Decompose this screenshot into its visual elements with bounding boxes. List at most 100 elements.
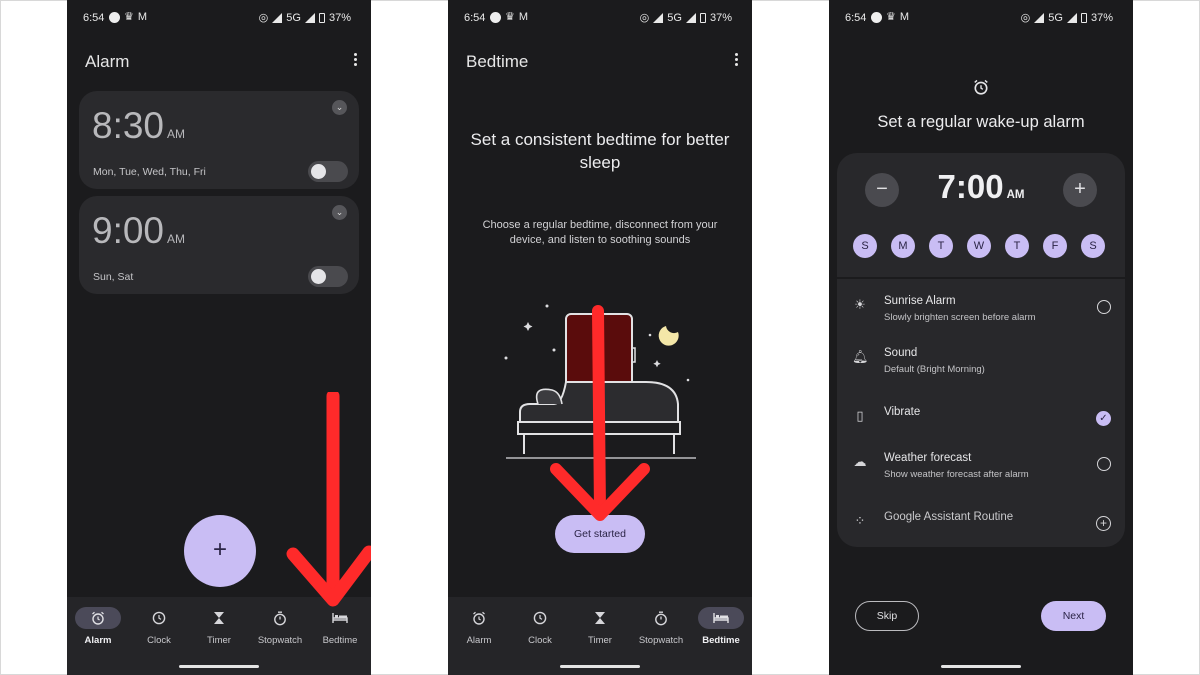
status-bar: 6:54 ♛ M ◎ 5G 37% <box>829 10 1133 28</box>
nav-item-timer[interactable]: Timer <box>570 607 630 646</box>
alarm-time: 9:00 AM <box>92 210 186 251</box>
nav-item-stopwatch[interactable]: Stopwatch <box>250 607 310 646</box>
alarm-meridiem: AM <box>167 127 186 141</box>
wakeup-time-panel: − 7:00 AM + S M T W T F S <box>837 153 1125 277</box>
option-title: Weather forecast <box>884 452 972 464</box>
nav-item-alarm[interactable]: Alarm <box>449 607 509 646</box>
option-google-assistant-routine[interactable]: ⁘ Google Assistant Routine + <box>837 503 1125 547</box>
weekday-selector: S M T W T F S <box>853 234 1105 258</box>
battery-level: 37% <box>709 12 732 24</box>
page-title: Bedtime <box>466 52 529 71</box>
vibrate-checkmark-icon[interactable]: ✓ <box>1096 411 1111 426</box>
increase-time-button[interactable]: + <box>1063 173 1097 207</box>
chevron-down-icon[interactable]: ⌄ <box>332 100 347 115</box>
nav-item-bedtime[interactable]: Bedtime <box>691 607 751 646</box>
battery-level: 37% <box>328 12 351 24</box>
chevron-down-icon[interactable]: ⌄ <box>332 205 347 220</box>
day-chip-tuesday[interactable]: T <box>929 234 953 258</box>
status-time: 6:54 <box>83 12 105 24</box>
nav-item-clock[interactable]: Clock <box>510 607 570 646</box>
nav-label: Bedtime <box>702 635 740 646</box>
alarm-days: Sun, Sat <box>93 271 134 283</box>
nav-item-clock[interactable]: Clock <box>129 607 189 646</box>
nav-label: Clock <box>147 635 171 646</box>
system-icons: ◎ 5G 37% <box>1021 12 1113 24</box>
option-vibrate[interactable]: ▯ Vibrate ✓ <box>837 398 1125 442</box>
option-weather-forecast[interactable]: ☁ Weather forecast Show weather forecast… <box>837 444 1125 488</box>
phone-bedtime-screen: 6:54 ♛ M ◎ 5G 37% Bedtime Set a consiste… <box>448 0 752 675</box>
signal-icon <box>685 13 696 23</box>
alarm-toggle[interactable] <box>308 266 348 287</box>
gmail-icon: M <box>137 11 148 23</box>
crown-icon: ♛ <box>124 11 134 23</box>
nav-item-bedtime[interactable]: Bedtime <box>310 607 370 646</box>
network-label: 5G <box>667 12 682 24</box>
google-assistant-icon: ⁘ <box>854 513 866 528</box>
alarm-clock-icon <box>974 79 988 95</box>
option-title: Google Assistant Routine <box>884 511 1014 523</box>
status-time: 6:54 <box>464 12 486 24</box>
stopwatch-icon <box>274 611 286 625</box>
hotspot-icon: ◎ <box>258 11 269 24</box>
skip-button[interactable]: Skip <box>855 601 919 631</box>
gmail-icon: M <box>518 11 529 23</box>
day-chip-sunday[interactable]: S <box>853 234 877 258</box>
sunrise-radio[interactable] <box>1097 300 1111 314</box>
nav-label: Stopwatch <box>638 635 684 646</box>
home-indicator[interactable] <box>560 665 640 668</box>
gmail-icon: M <box>899 11 910 23</box>
add-routine-icon[interactable]: + <box>1096 516 1111 531</box>
alarm-card[interactable]: 8:30 AM ⌄ Mon, Tue, Wed, Thu, Fri <box>79 91 359 189</box>
battery-icon <box>1080 13 1087 23</box>
day-chip-wednesday[interactable]: W <box>967 234 991 258</box>
network-label: 5G <box>1048 12 1063 24</box>
add-alarm-button[interactable]: + <box>184 515 256 587</box>
option-sunrise-alarm[interactable]: ☀ Sunrise Alarm Slowly brighten screen b… <box>837 287 1125 331</box>
signal-icon <box>1066 13 1077 23</box>
nav-item-timer[interactable]: Timer <box>189 607 249 646</box>
nav-item-alarm[interactable]: Alarm <box>68 607 128 646</box>
alarm-meridiem: AM <box>167 232 186 246</box>
nav-label: Stopwatch <box>257 635 303 646</box>
signal-icon <box>272 13 283 23</box>
nav-label: Timer <box>588 635 612 646</box>
nav-item-stopwatch[interactable]: Stopwatch <box>631 607 691 646</box>
next-button[interactable]: Next <box>1041 601 1106 631</box>
bottom-navigation: Alarm Clock Timer Stopwatch Bedtime <box>448 597 752 675</box>
get-started-button[interactable]: Get started <box>555 515 645 553</box>
weather-radio[interactable] <box>1097 457 1111 471</box>
bedtime-description: Choose a regular bedtime, disconnect fro… <box>482 219 718 246</box>
battery-level: 37% <box>1090 12 1113 24</box>
option-sound[interactable]: 🔔︎ Sound Default (Bright Morning) <box>837 339 1125 383</box>
more-options-icon[interactable] <box>353 53 357 67</box>
wakeup-options-panel: ☀ Sunrise Alarm Slowly brighten screen b… <box>837 279 1125 547</box>
vibrate-icon: ▯ <box>856 408 864 423</box>
notification-icons: ♛ M <box>109 12 147 23</box>
bell-icon: 🔔︎ <box>852 349 869 364</box>
network-label: 5G <box>286 12 301 24</box>
day-chip-monday[interactable]: M <box>891 234 915 258</box>
alarm-days: Mon, Tue, Wed, Thu, Fri <box>93 166 206 178</box>
status-bar: 6:54 ♛ M ◎ 5G 37% <box>67 10 371 28</box>
day-chip-friday[interactable]: F <box>1043 234 1067 258</box>
phone-wakeup-screen: 6:54 ♛ M ◎ 5G 37% Set a regular wake-up … <box>829 0 1133 675</box>
crown-icon: ♛ <box>886 11 896 23</box>
alarm-toggle[interactable] <box>308 161 348 182</box>
home-indicator[interactable] <box>179 665 259 668</box>
clock-icon <box>533 611 547 625</box>
day-chip-saturday[interactable]: S <box>1081 234 1105 258</box>
phone-alarm-screen: 6:54 ♛ M ◎ 5G 37% Alarm 8:30 AM ⌄ Mon, Tu… <box>67 0 371 675</box>
page-title: Alarm <box>85 52 130 71</box>
option-subtitle: Show weather forecast after alarm <box>884 469 1029 480</box>
day-chip-thursday[interactable]: T <box>1005 234 1029 258</box>
alarm-clock-icon <box>92 611 104 625</box>
signal-icon <box>1034 13 1045 23</box>
alarm-time: 8:30 AM <box>92 105 186 146</box>
more-options-icon[interactable] <box>734 53 738 67</box>
alarm-card[interactable]: 9:00 AM ⌄ Sun, Sat <box>79 196 359 294</box>
cloud-icon: ☁ <box>853 454 867 469</box>
nav-label: Bedtime <box>322 635 358 646</box>
hourglass-icon <box>214 612 224 624</box>
bottom-navigation: Alarm Clock Timer Stopwatch Bedtime <box>67 597 371 675</box>
home-indicator[interactable] <box>941 665 1021 668</box>
